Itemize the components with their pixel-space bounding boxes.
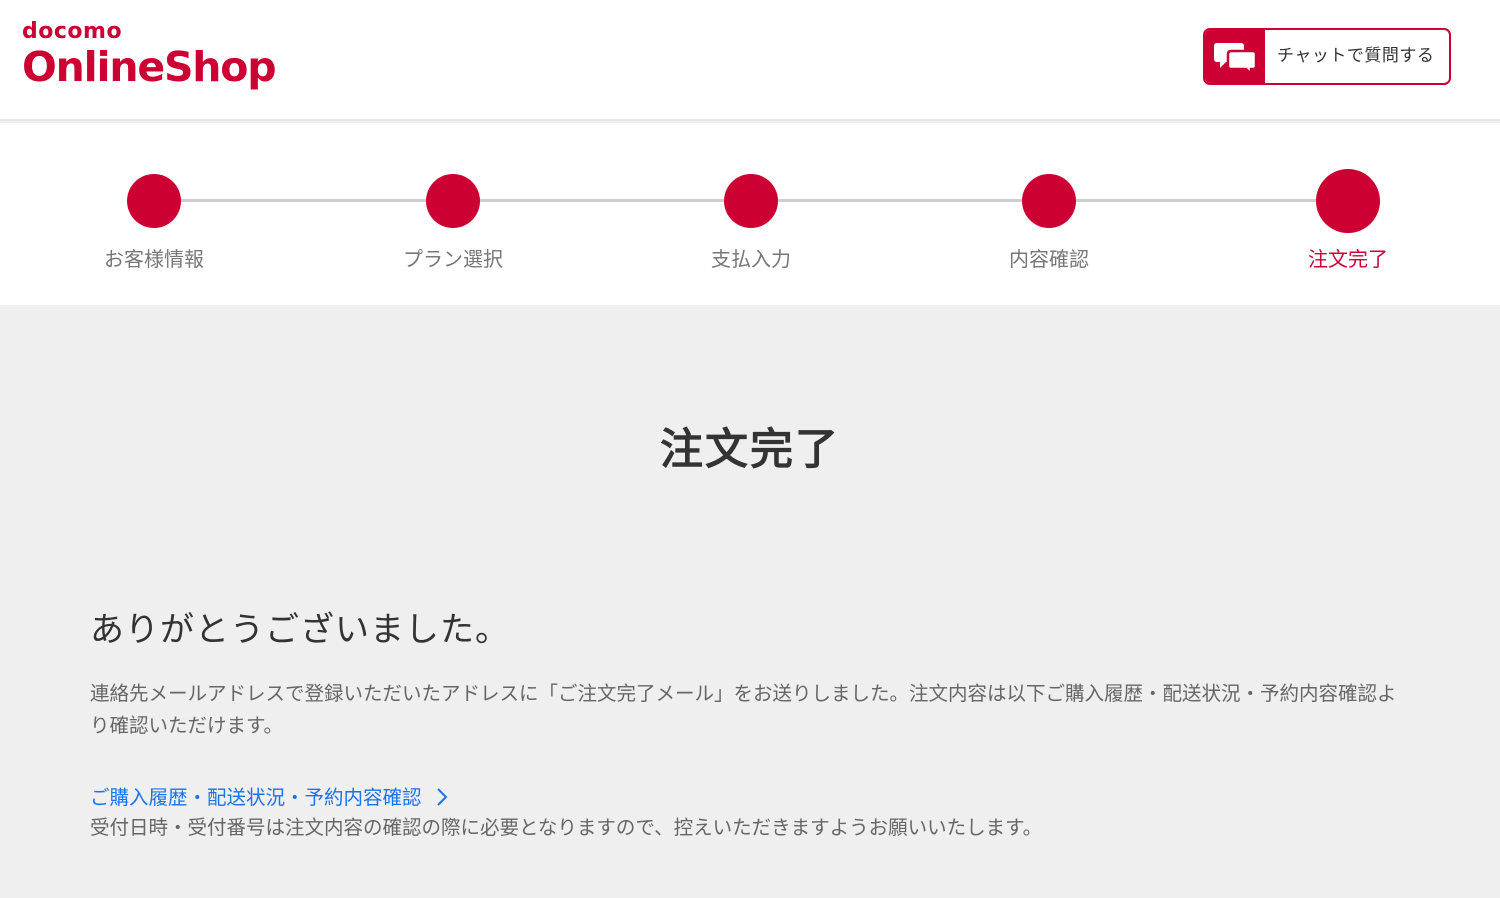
thanks-heading: ありがとうございました。 <box>90 610 510 650</box>
chat-question-button[interactable]: チャットで質問する <box>1203 28 1451 85</box>
step-content-confirm: 内容確認 <box>949 123 1149 305</box>
step-label: お客様情報 <box>104 247 204 271</box>
header: docomo OnlineShop チャットで質問する <box>0 0 1500 121</box>
step-label: プラン選択 <box>403 247 503 271</box>
step-dot-current <box>1316 169 1380 233</box>
purchase-history-link[interactable]: ご購入履歴・配送状況・予約内容確認 <box>90 783 448 816</box>
step-label-current: 注文完了 <box>1308 247 1388 271</box>
step-customer-info: お客様情報 <box>54 123 254 305</box>
step-label: 内容確認 <box>1009 247 1089 271</box>
page-title: 注文完了 <box>660 425 840 475</box>
step-dot <box>724 174 778 228</box>
step-order-complete: 注文完了 <box>1248 123 1448 305</box>
chat-icon-box <box>1205 30 1265 83</box>
logo-docomo-text: docomo <box>22 19 123 44</box>
confirmation-message: 連絡先メールアドレスで登録いただいたアドレスに「ご注文完了メール」をお送りしまし… <box>90 682 1397 737</box>
step-dot <box>426 174 480 228</box>
receipt-note: 受付日時・受付番号は注文内容の確認の際に必要となりますので、控えいただきますよう… <box>90 816 1043 839</box>
step-plan-selection: プラン選択 <box>353 123 553 305</box>
step-label: 支払入力 <box>711 247 791 271</box>
chat-button-label: チャットで質問する <box>1277 46 1435 66</box>
progress-stepper: お客様情報 プラン選択 支払入力 内容確認 注文完了 <box>0 123 1500 305</box>
step-dot <box>127 174 181 228</box>
step-dot <box>1022 174 1076 228</box>
chevron-right-icon <box>436 786 448 816</box>
purchase-history-link-label: ご購入履歴・配送状況・予約内容確認 <box>90 786 422 809</box>
docomo-online-shop-logo[interactable]: docomo OnlineShop <box>22 19 277 91</box>
chat-bubbles-icon <box>1214 43 1258 76</box>
step-payment-input: 支払入力 <box>651 123 851 305</box>
logo-onlineshop-text: OnlineShop <box>22 43 277 91</box>
